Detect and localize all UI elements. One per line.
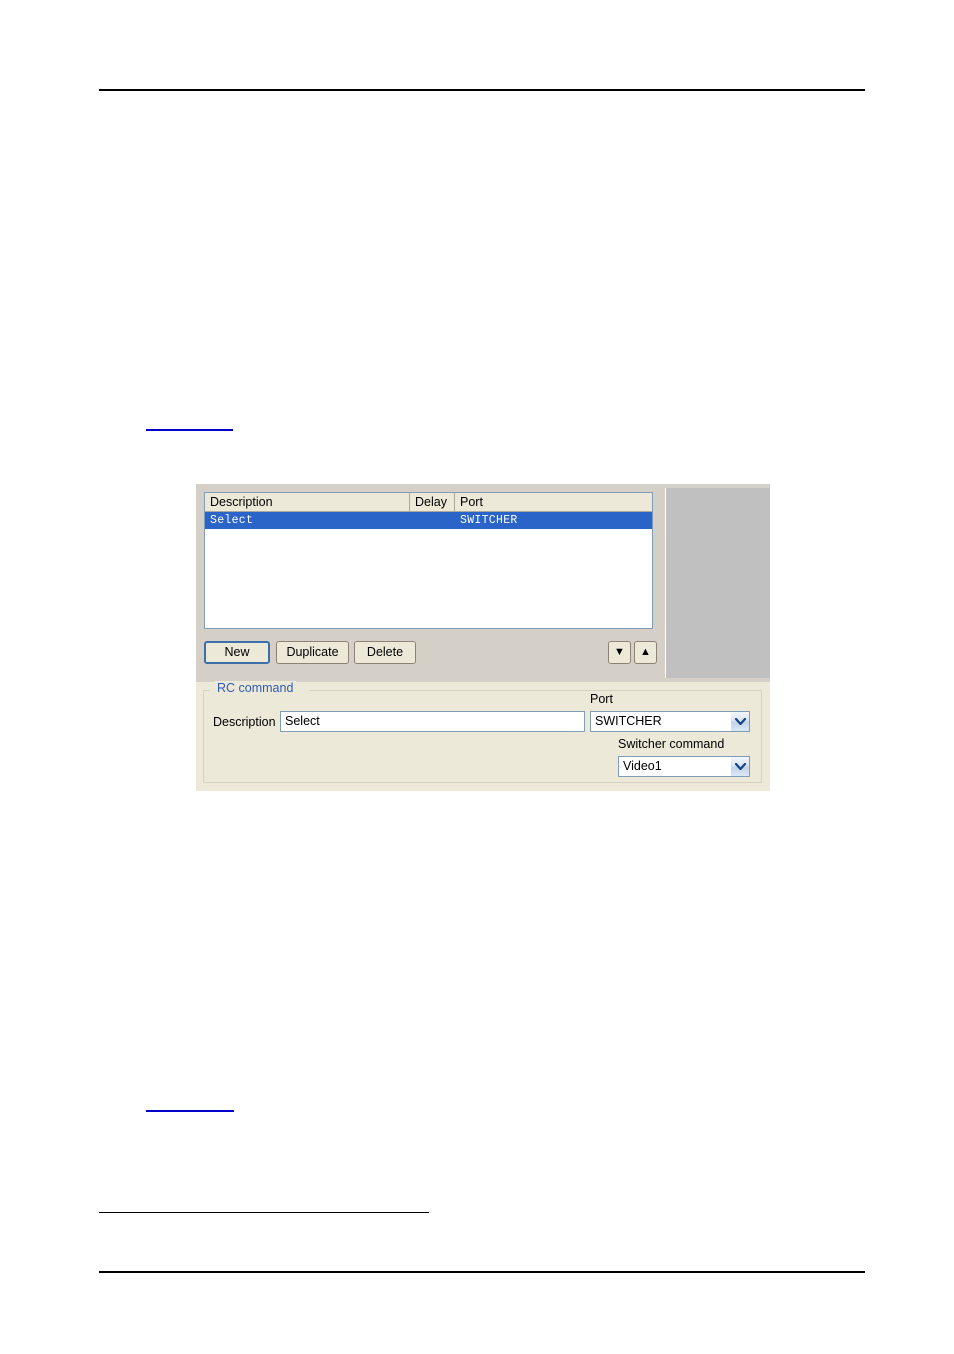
cell-port: SWITCHER <box>460 514 518 527</box>
page-header-rule <box>99 89 865 91</box>
port-select-value: SWITCHER <box>595 714 662 728</box>
switcher-command-select-value: Video1 <box>623 759 662 773</box>
rc-command-dialog: Description Delay Port Select SWITCHER N… <box>196 484 770 791</box>
triangle-up-icon: ▲ <box>640 646 651 658</box>
switcher-command-label: Switcher command <box>618 737 725 751</box>
delete-button[interactable]: Delete <box>354 641 416 664</box>
right-empty-panel <box>659 484 770 682</box>
cross-reference-link-top[interactable] <box>146 429 233 431</box>
groupbox-border-right <box>309 690 761 691</box>
chevron-down-icon[interactable] <box>730 712 749 731</box>
move-down-button[interactable]: ▼ <box>608 641 631 664</box>
table-row[interactable]: Select SWITCHER <box>205 512 652 529</box>
groupbox-border-left <box>204 690 210 691</box>
dialog-lower-region: RC command Description Select Port SWITC… <box>196 681 770 791</box>
command-listview[interactable]: Description Delay Port Select SWITCHER <box>204 492 653 629</box>
cross-reference-link-bottom[interactable] <box>146 1110 234 1112</box>
description-label: Description <box>213 715 276 729</box>
duplicate-button[interactable]: Duplicate <box>276 641 349 664</box>
description-input[interactable]: Select <box>280 711 585 732</box>
page-footer-rule <box>99 1271 865 1273</box>
column-header-delay[interactable]: Delay <box>410 493 455 511</box>
new-button[interactable]: New <box>204 641 270 664</box>
right-empty-panel-inner <box>665 488 770 678</box>
column-header-description[interactable]: Description <box>205 493 410 511</box>
rc-command-legend: RC command <box>214 681 297 695</box>
footnote-separator-rule <box>99 1212 429 1213</box>
cell-description: Select <box>210 514 254 527</box>
dialog-upper-region: Description Delay Port Select SWITCHER N… <box>196 484 770 682</box>
command-list-panel: Description Delay Port Select SWITCHER N… <box>196 484 659 682</box>
rc-command-groupbox: RC command Description Select Port SWITC… <box>203 681 762 783</box>
port-select[interactable]: SWITCHER <box>590 711 750 732</box>
list-toolbar: New Duplicate Delete ▼ ▲ <box>204 641 657 665</box>
switcher-command-select[interactable]: Video1 <box>618 756 750 777</box>
triangle-down-icon: ▼ <box>614 646 625 658</box>
chevron-down-icon[interactable] <box>730 757 749 776</box>
listview-header-row: Description Delay Port <box>205 493 652 512</box>
move-up-button[interactable]: ▲ <box>634 641 657 664</box>
column-header-port[interactable]: Port <box>455 493 652 511</box>
port-label: Port <box>590 692 613 706</box>
